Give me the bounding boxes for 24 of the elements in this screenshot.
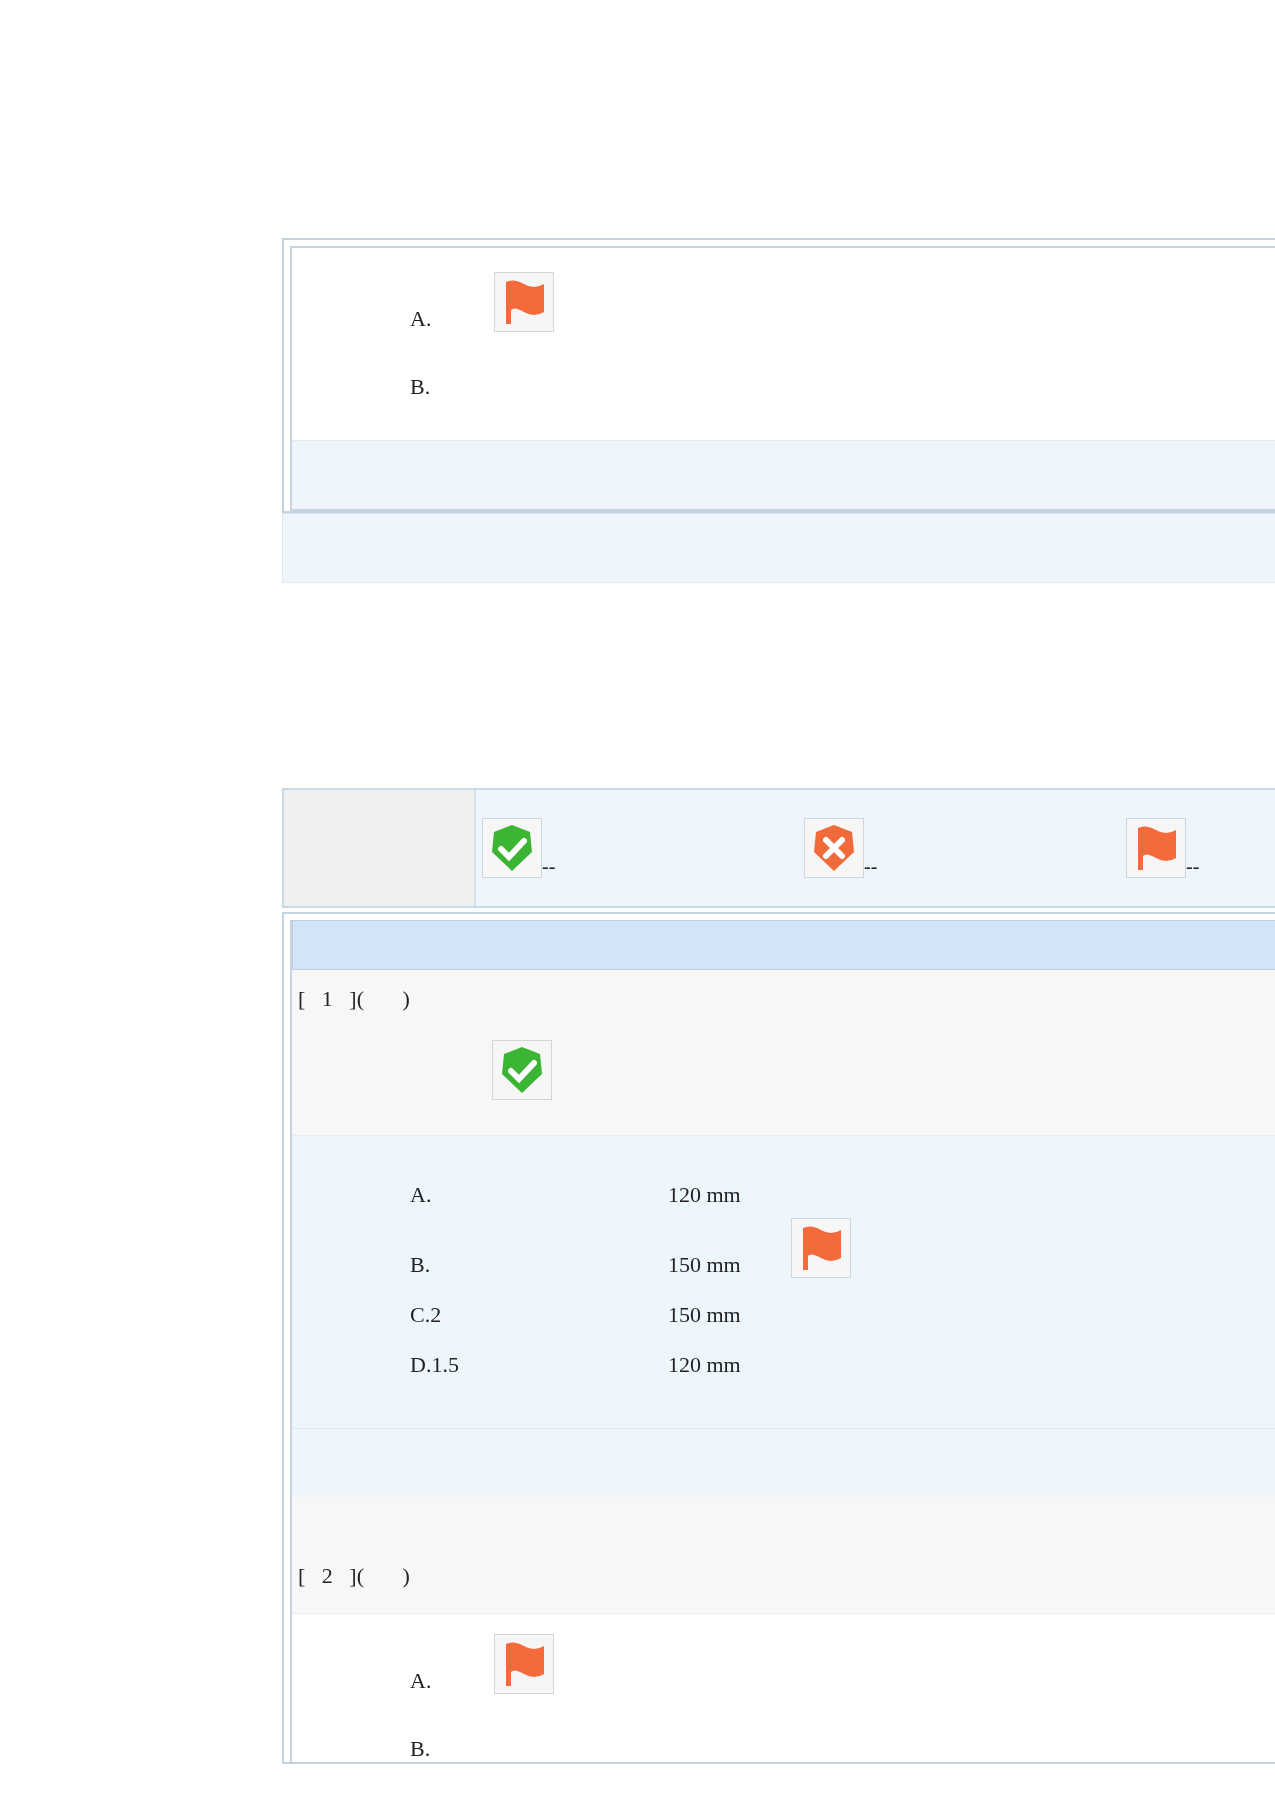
option-label: B. bbox=[410, 1252, 432, 1278]
check-icon bbox=[492, 1040, 552, 1100]
option-label: B. bbox=[410, 1736, 432, 1762]
legend-text: -- bbox=[864, 855, 878, 878]
flag-icon bbox=[494, 272, 554, 332]
option-text: 150 mm bbox=[668, 1302, 741, 1328]
option-label: C.2 bbox=[410, 1302, 443, 1328]
option-text: 120 mm bbox=[668, 1182, 741, 1208]
question-number: [ 1 ]( ) bbox=[298, 986, 410, 1011]
flag-icon bbox=[494, 1634, 554, 1694]
flag-icon bbox=[1126, 818, 1186, 878]
check-icon bbox=[482, 818, 542, 878]
option-label: A. bbox=[410, 1182, 433, 1208]
cross-icon bbox=[804, 818, 864, 878]
legend-text: -- bbox=[1186, 855, 1200, 878]
legend-text: -- bbox=[542, 855, 556, 878]
option-label: A. bbox=[410, 1668, 433, 1694]
flag-icon bbox=[790, 1218, 851, 1278]
option-label: D.1.5 bbox=[410, 1352, 460, 1378]
option-label: B. bbox=[410, 374, 432, 400]
option-text: 150 mm bbox=[668, 1252, 741, 1278]
option-text: 120 mm bbox=[668, 1352, 741, 1378]
option-label: A. bbox=[410, 306, 433, 332]
question-number: [ 2 ]( ) bbox=[298, 1563, 410, 1588]
